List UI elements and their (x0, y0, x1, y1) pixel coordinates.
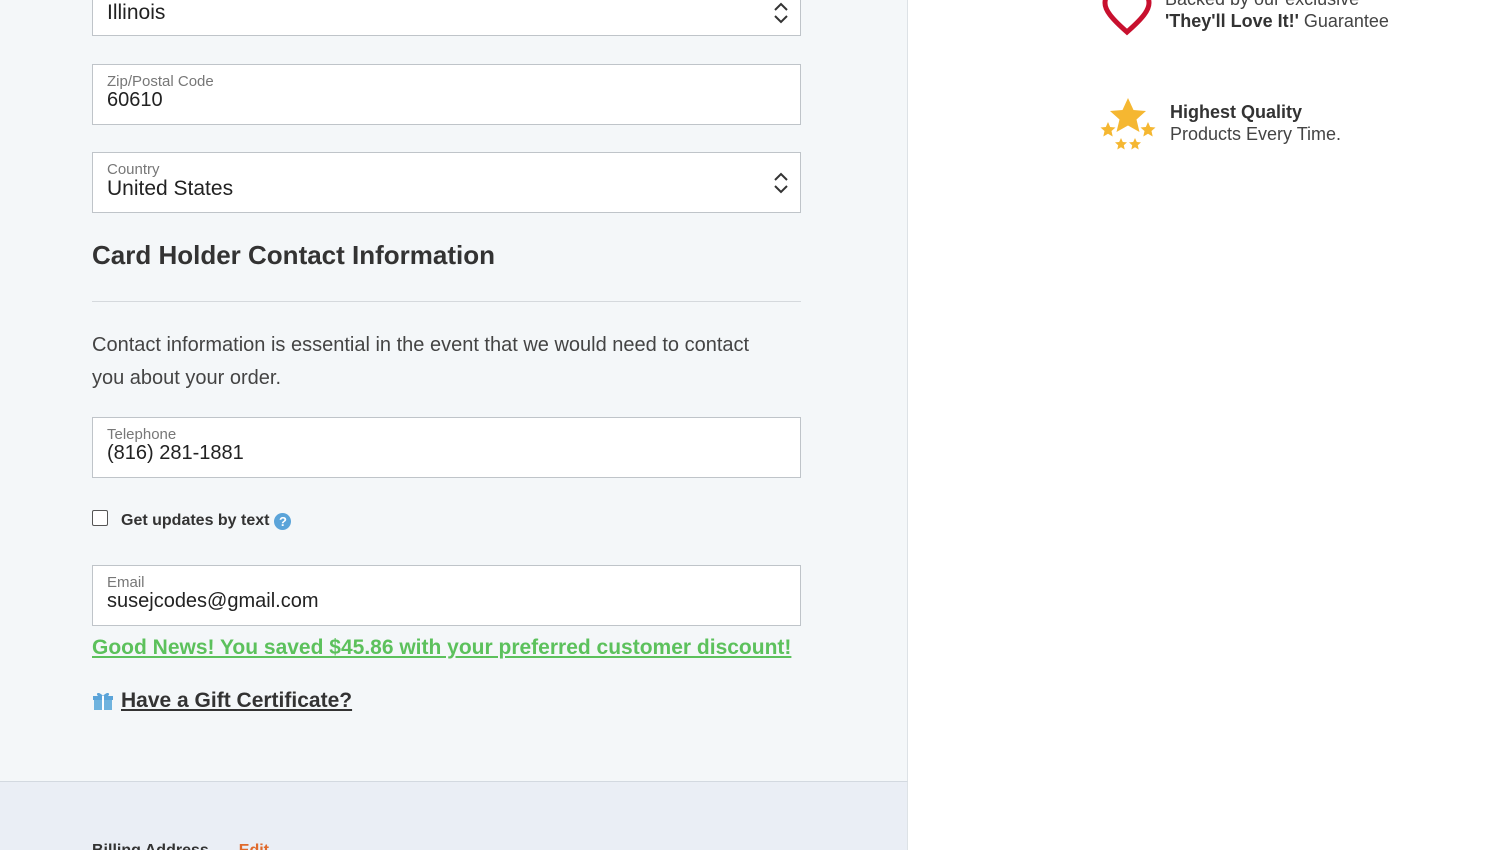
heart-icon (1102, 0, 1152, 36)
billing-panel (0, 781, 908, 850)
country-select[interactable]: Country United States (92, 152, 801, 213)
zip-input[interactable] (107, 89, 747, 112)
email-field[interactable]: Email (92, 565, 801, 626)
guarantee-suffix: Guarantee (1298, 11, 1389, 31)
telephone-label: Telephone (107, 426, 177, 443)
quality-title: Highest Quality (1170, 102, 1303, 122)
country-label: Country (107, 161, 160, 178)
state-select[interactable]: Illinois (92, 0, 801, 36)
divider (92, 301, 801, 302)
contact-description: Contact information is essential in the … (92, 334, 750, 389)
country-value: United States (107, 177, 234, 200)
guarantee-line1: Backed by our exclusive (1165, 0, 1389, 10)
telephone-input[interactable] (107, 442, 747, 465)
sms-updates-row: Get updates by text ? (92, 509, 292, 533)
state-value: Illinois (107, 1, 166, 24)
billing-edit-link[interactable]: Edit (239, 842, 269, 850)
checkout-form-panel: Illinois Zip/Postal Code Country United … (0, 0, 908, 781)
help-icon[interactable]: ? (274, 512, 292, 530)
quality-subtitle: Products Every Time. (1170, 124, 1342, 144)
quality-badge: Highest Quality Products Every Time. (1098, 98, 1341, 152)
section-title: Card Holder Contact Information (92, 240, 496, 270)
billing-address-heading: Billing Address Edit (92, 842, 269, 850)
gift-icon (93, 692, 113, 710)
select-chevron-icon (774, 172, 788, 194)
discount-message-link[interactable]: Good News! You saved $45.86 with your pr… (92, 636, 791, 660)
gift-certificate-link[interactable]: Have a Gift Certificate? (121, 689, 352, 713)
guarantee-name: 'They'll Love It!' (1165, 11, 1299, 31)
select-chevron-icon (774, 2, 788, 24)
sms-updates-label[interactable]: Get updates by text (121, 512, 269, 530)
stars-icon (1100, 98, 1156, 150)
billing-address-label: Billing Address (92, 842, 209, 850)
guarantee-text: Backed by our exclusive 'They'll Love It… (1165, 0, 1389, 32)
quality-text: Highest Quality Products Every Time. (1170, 101, 1341, 145)
guarantee-badge: Backed by our exclusive 'They'll Love It… (1101, 0, 1389, 38)
sms-updates-checkbox[interactable] (92, 510, 108, 526)
email-input[interactable] (107, 590, 747, 613)
gift-certificate-row[interactable]: Have a Gift Certificate? (92, 689, 352, 713)
zip-field[interactable]: Zip/Postal Code (92, 64, 801, 125)
telephone-field[interactable]: Telephone (92, 417, 801, 478)
email-label: Email (107, 574, 145, 591)
zip-label: Zip/Postal Code (107, 73, 214, 90)
